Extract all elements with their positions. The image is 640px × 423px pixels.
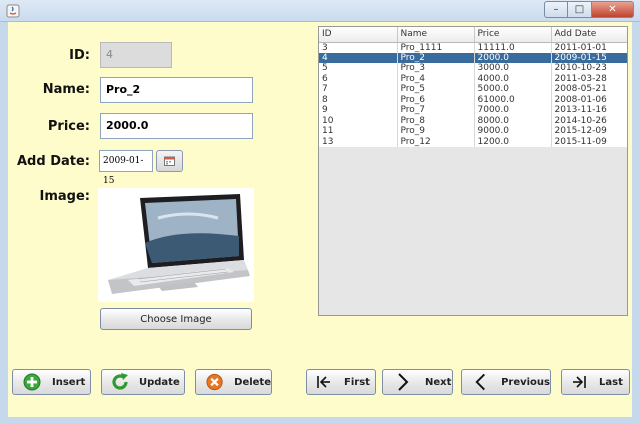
choose-image-button[interactable]: Choose Image	[100, 308, 252, 330]
cell-id: 7	[319, 84, 398, 95]
add-date-label: Add Date:	[17, 154, 90, 169]
cell-add-date: 2011-01-01	[551, 42, 627, 53]
previous-button[interactable]: Previous	[461, 369, 551, 395]
cell-name: Pro_5	[397, 84, 475, 95]
cell-add-date: 2015-12-09	[551, 126, 627, 137]
table-row[interactable]: 10 Pro_8 8000.0 2014-10-26	[319, 115, 627, 126]
cell-id: 13	[319, 136, 398, 147]
cell-id: 3	[319, 42, 398, 53]
cell-id: 8	[319, 94, 398, 105]
window-frame-bottom	[0, 417, 640, 423]
cell-add-date: 2008-05-21	[551, 84, 627, 95]
insert-button-label: Insert	[52, 376, 86, 388]
cell-name: Pro_6	[397, 94, 475, 105]
cell-id: 10	[319, 115, 398, 126]
cell-add-date: 2013-11-16	[551, 105, 627, 116]
table-row[interactable]: 9 Pro_7 7000.0 2013-11-16	[319, 105, 627, 116]
plus-circle-icon	[23, 373, 41, 391]
table-row[interactable]: 13 Pro_12 1200.0 2015-11-09	[319, 136, 627, 147]
cell-id: 5	[319, 63, 398, 74]
add-date-field[interactable]: 2009-01-15	[99, 150, 153, 186]
calendar-icon	[164, 156, 175, 166]
cell-price: 8000.0	[474, 115, 552, 126]
table-row[interactable]: 3 Pro_1111 11111.0 2011-01-01	[319, 42, 627, 53]
table-row[interactable]: 8 Pro_6 61000.0 2008-01-06	[319, 94, 627, 105]
first-button[interactable]: First	[306, 369, 376, 395]
calendar-button[interactable]	[156, 150, 183, 172]
delete-button[interactable]: Delete	[195, 369, 272, 395]
cell-name: Pro_3	[397, 63, 475, 74]
next-button-label: Next	[425, 376, 452, 388]
last-button[interactable]: Last	[561, 369, 630, 395]
java-app-icon	[6, 4, 20, 18]
name-field[interactable]: Pro_2	[100, 77, 253, 103]
skip-to-last-icon	[573, 376, 586, 388]
skip-to-first-icon	[317, 376, 330, 388]
next-button[interactable]: Next	[382, 369, 453, 395]
products-table[interactable]: ID Name Price Add Date 3 Pro_1111 11111.…	[318, 26, 628, 316]
table-row-selected[interactable]: 4 Pro_2 2000.0 2009-01-15	[319, 52, 627, 63]
name-label: Name:	[42, 82, 90, 97]
table-row[interactable]: 5 Pro_3 3000.0 2010-10-23	[319, 63, 627, 74]
cell-add-date: 2015-11-09	[551, 136, 627, 147]
cell-name: Pro_2	[397, 52, 475, 63]
update-button[interactable]: Update	[101, 369, 185, 395]
minimize-button[interactable]: –	[544, 1, 568, 18]
id-label: ID:	[69, 48, 90, 63]
cell-name: Pro_9	[397, 126, 475, 137]
cell-price: 3000.0	[474, 63, 552, 74]
cell-id: 11	[319, 126, 398, 137]
cell-id: 9	[319, 105, 398, 116]
cell-add-date: 2014-10-26	[551, 115, 627, 126]
window-frame-right	[632, 22, 640, 423]
cell-price: 5000.0	[474, 84, 552, 95]
cell-name: Pro_1111	[397, 42, 475, 53]
cell-id: 6	[319, 73, 398, 84]
update-button-label: Update	[139, 376, 180, 388]
laptop-picture	[98, 188, 254, 302]
cell-add-date: 2008-01-06	[551, 94, 627, 105]
chevron-left-icon	[475, 373, 485, 391]
title-bar: – □ ✕	[0, 0, 640, 22]
column-header-name[interactable]: Name	[397, 27, 475, 43]
cell-price: 11111.0	[474, 42, 552, 53]
table-row[interactable]: 7 Pro_5 5000.0 2008-05-21	[319, 84, 627, 95]
previous-button-label: Previous	[501, 376, 550, 388]
cell-name: Pro_12	[397, 136, 475, 147]
cell-add-date: 2010-10-23	[551, 63, 627, 74]
insert-button[interactable]: Insert	[12, 369, 91, 395]
first-button-label: First	[344, 376, 370, 388]
id-field: 4	[100, 42, 172, 68]
column-header-price[interactable]: Price	[474, 27, 552, 43]
cell-price: 4000.0	[474, 73, 552, 84]
cell-price: 2000.0	[474, 52, 552, 63]
chevron-right-icon	[398, 373, 409, 391]
table-header-row: ID Name Price Add Date	[319, 27, 627, 43]
price-field[interactable]: 2000.0	[100, 113, 253, 139]
cell-price: 7000.0	[474, 105, 552, 116]
column-header-id[interactable]: ID	[319, 27, 398, 43]
cell-price: 61000.0	[474, 94, 552, 105]
table-row[interactable]: 11 Pro_9 9000.0 2015-12-09	[319, 126, 627, 137]
product-image	[98, 188, 254, 302]
cell-id: 4	[319, 52, 398, 63]
column-header-add-date[interactable]: Add Date	[551, 27, 627, 43]
delete-x-icon	[206, 373, 223, 391]
cell-name: Pro_4	[397, 73, 475, 84]
cell-price: 1200.0	[474, 136, 552, 147]
last-button-label: Last	[599, 376, 623, 388]
cell-price: 9000.0	[474, 126, 552, 137]
cell-add-date: 2011-03-28	[551, 73, 627, 84]
price-label: Price:	[47, 119, 90, 134]
delete-button-label: Delete	[234, 376, 271, 388]
image-label: Image:	[39, 189, 90, 204]
cell-name: Pro_8	[397, 115, 475, 126]
close-button[interactable]: ✕	[592, 1, 634, 18]
refresh-icon	[112, 373, 128, 390]
cell-name: Pro_7	[397, 105, 475, 116]
cell-add-date: 2009-01-15	[551, 52, 627, 63]
maximize-button[interactable]: □	[568, 1, 592, 18]
table-row[interactable]: 6 Pro_4 4000.0 2011-03-28	[319, 73, 627, 84]
